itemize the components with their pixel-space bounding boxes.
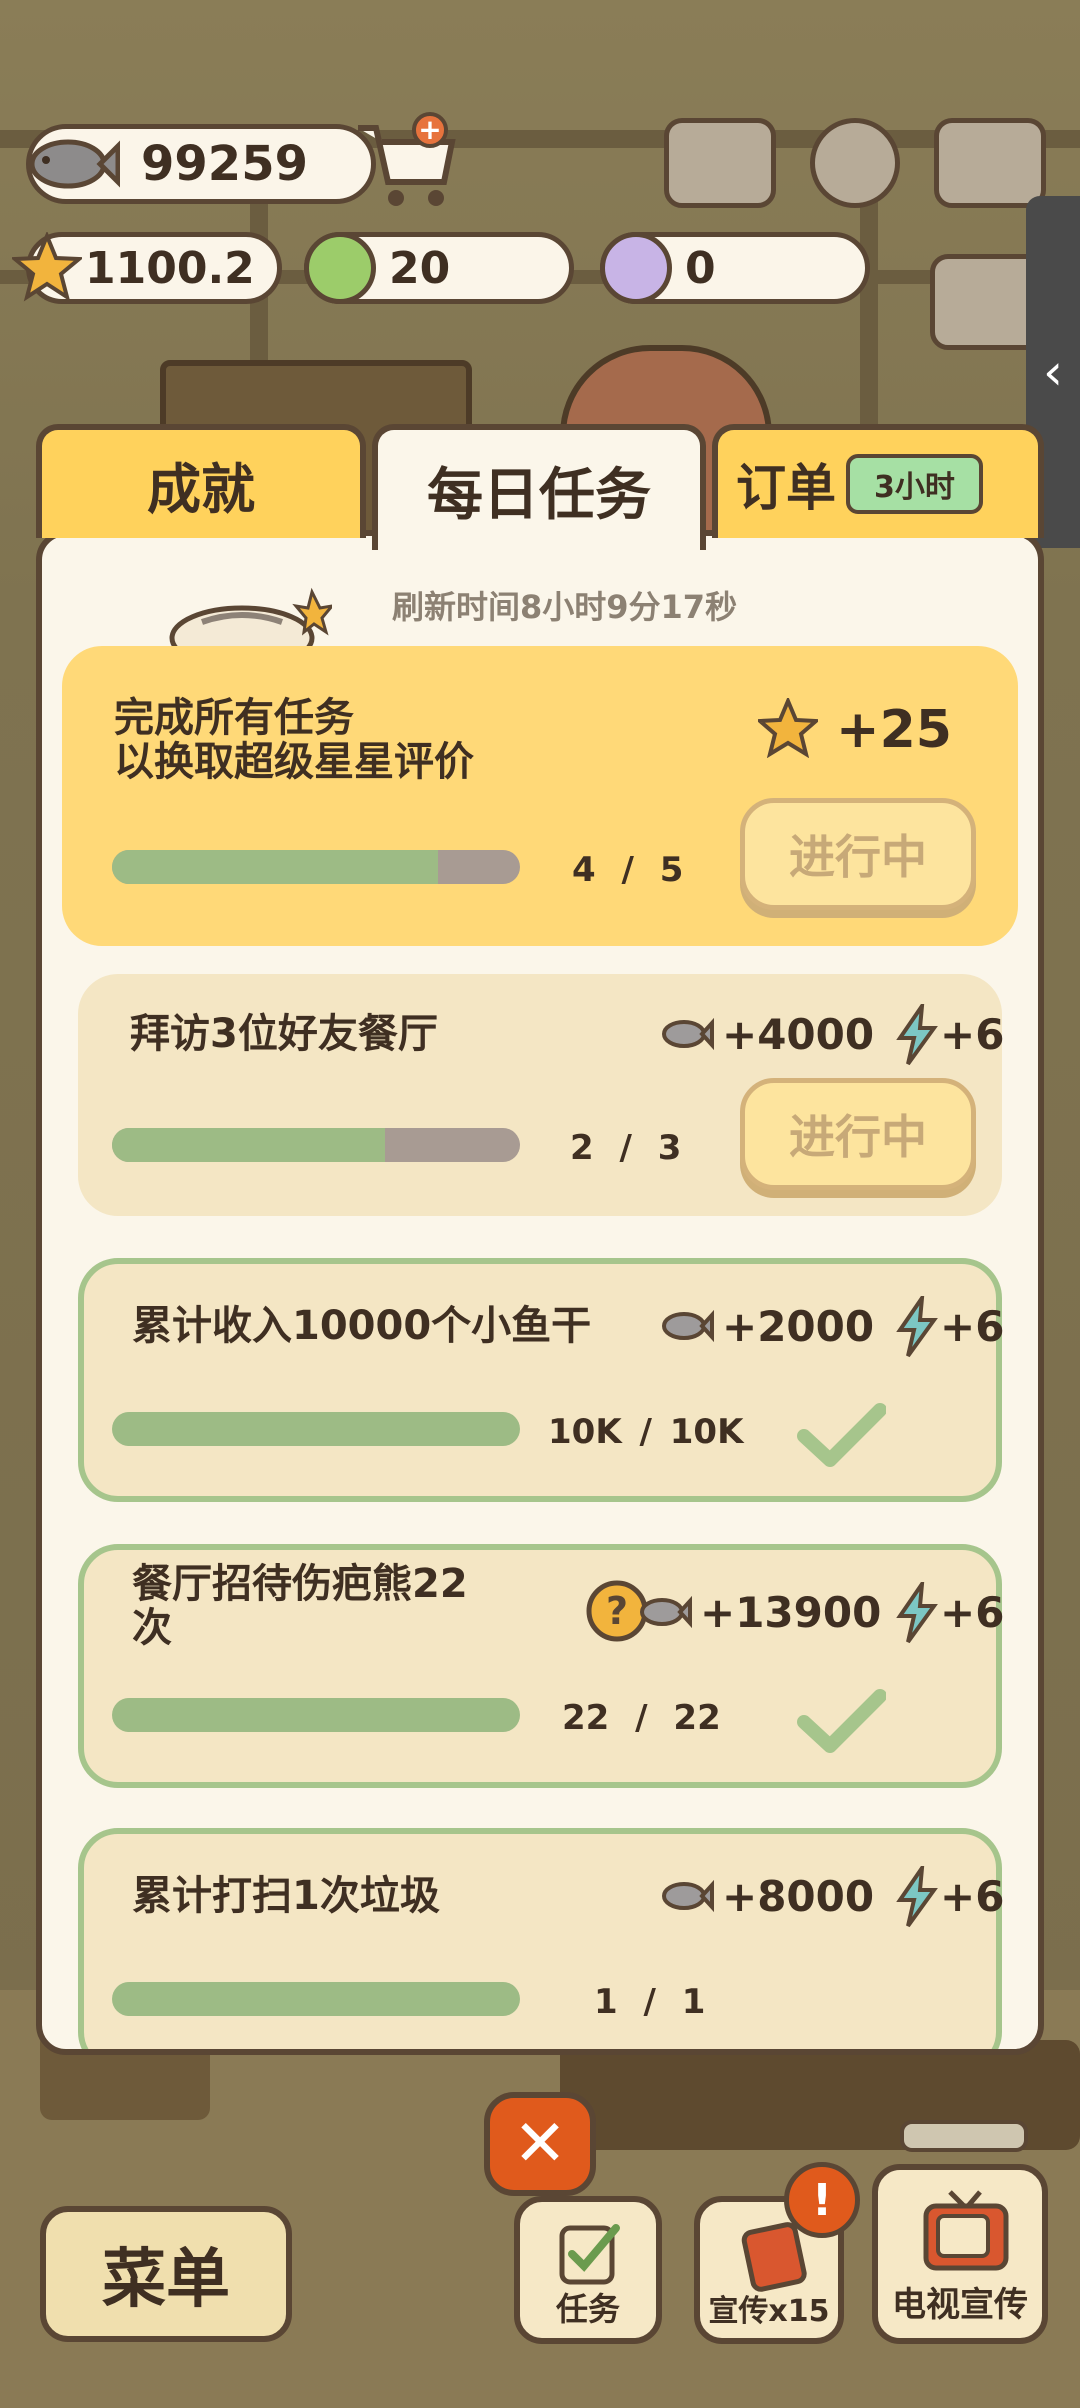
task-title-line: 以换取超级星星评价 — [114, 739, 474, 785]
tv-promo-button[interactable]: 电视宣传 — [872, 2164, 1048, 2344]
bolt-reward-value: +6 — [940, 1588, 1005, 1637]
task-title-line: 完成所有任务 — [114, 695, 354, 741]
task-card-all-tasks: 完成所有任务 以换取超级星星评价 +25 4 / 5 进行中 — [62, 646, 1018, 946]
in-progress-button[interactable]: 进行中 — [740, 1078, 976, 1190]
star-icon — [12, 232, 82, 302]
in-progress-button[interactable]: 进行中 — [740, 798, 976, 910]
alert-badge-icon: ! — [784, 2162, 860, 2238]
settings-gear-icon[interactable] — [810, 118, 900, 208]
task-list[interactable]: 刷新时间8小时9分17秒 完成所有任务 以换取超级星星评价 +25 4 / 5 … — [42, 536, 1038, 2049]
task-title-line: 餐厅招待伤疤熊22 — [132, 1561, 468, 1607]
tab-achievements[interactable]: 成就 — [36, 424, 366, 538]
star-reward-icon — [758, 698, 818, 758]
recipe-book-icon[interactable] — [664, 118, 776, 208]
menu-label: 菜单 — [102, 2243, 230, 2317]
fish-reward-value: +13900 — [700, 1588, 882, 1637]
task-title: 餐厅招待伤疤熊22 次 — [132, 1562, 468, 1650]
fish-amount: 99259 — [141, 136, 308, 192]
close-icon: ✕ — [513, 2107, 567, 2181]
svg-text:+: + — [418, 113, 441, 146]
fish-icon — [29, 139, 120, 189]
task-title: 完成所有任务 以换取超级星星评价 — [114, 696, 474, 784]
progress-fill — [112, 1982, 520, 2016]
bolt-reward-icon — [896, 1866, 938, 1928]
task-card-collect-fish: 累计收入10000个小鱼干 +2000 +6 10K / 10K — [78, 1258, 1005, 1502]
tab-label: 订单 — [736, 459, 836, 517]
tab-orders[interactable]: 订单 3小时 — [712, 424, 1044, 538]
fish-reward-icon — [662, 1017, 714, 1051]
task-title: 累计打扫1次垃圾 — [132, 1873, 440, 1919]
task-title-line: 次 — [132, 1605, 172, 1651]
mini-progress — [900, 2120, 1028, 2152]
fish-reward-icon — [640, 1595, 692, 1629]
tab-daily-tasks[interactable]: 每日任务 — [372, 424, 706, 550]
bolt-reward-icon — [896, 1582, 938, 1644]
fish-reward-icon — [662, 1309, 714, 1343]
task-card-visit-friends: 拜访3位好友餐厅 +4000 +6 2 / 3 进行中 — [78, 974, 1005, 1216]
tasks-label: 任务 — [555, 2290, 620, 2328]
paw-token-icon — [600, 232, 672, 304]
bolt-reward-value: +6 — [940, 1010, 1005, 1059]
fish-reward-value: +8000 — [722, 1872, 875, 1921]
progress-bar — [112, 1412, 520, 1446]
task-card-serve-bear: 餐厅招待伤疤熊22 次 ? +13900 +6 22 / 22 — [78, 1544, 1005, 1788]
bolt-reward-value: +6 — [940, 1302, 1005, 1351]
menu-button[interactable]: 菜单 — [40, 2206, 292, 2342]
progress-bar — [112, 1982, 520, 2016]
progress-text: 10K / 10K — [548, 1412, 744, 1452]
check-icon — [797, 1689, 886, 1753]
star-reward-value: +25 — [836, 700, 952, 760]
chevron-left-icon: ‹ — [1043, 343, 1063, 401]
check-icon — [797, 1403, 886, 1467]
progress-fill — [112, 1698, 520, 1732]
checklist-icon — [559, 2224, 620, 2285]
task-card-clean-trash: 累计打扫1次垃圾 +8000 +6 1 / 1 — [78, 1828, 1005, 2049]
progress-text: 4 / 5 — [572, 850, 684, 890]
progress-bar — [112, 1128, 520, 1162]
fish-reward-icon — [662, 1879, 714, 1913]
map-icon[interactable] — [934, 118, 1046, 208]
progress-bar — [112, 1698, 520, 1732]
svg-text:?: ? — [606, 1589, 628, 1633]
progress-fill — [112, 850, 439, 884]
tv-icon — [923, 2190, 1009, 2271]
bolt-reward-icon — [896, 1296, 938, 1358]
bolt-reward-icon — [896, 1004, 938, 1066]
tv-promo-label: 电视宣传 — [892, 2285, 1028, 2325]
progress-fill — [112, 1412, 520, 1446]
shop-cart-icon[interactable]: + — [352, 112, 462, 212]
progress-bar — [112, 850, 520, 884]
star-rating-value: 1100.2 — [85, 242, 255, 294]
progress-text: 22 / 22 — [562, 1698, 721, 1738]
task-title: 累计收入10000个小鱼干 — [132, 1303, 592, 1349]
progress-text: 2 / 3 — [570, 1128, 682, 1168]
task-title: 拜访3位好友餐厅 — [130, 1011, 438, 1057]
progress-fill — [112, 1128, 386, 1162]
green-token-value: 20 — [389, 242, 451, 294]
fish-reward-value: +2000 — [722, 1302, 875, 1351]
progress-text: 1 / 1 — [594, 1982, 706, 2022]
close-button[interactable]: ✕ — [484, 2092, 596, 2196]
tab-label: 成就 — [147, 457, 255, 521]
paw-token-value: 0 — [685, 242, 716, 294]
task-panel: 刷新时间8小时9分17秒 完成所有任务 以换取超级星星评价 +25 4 / 5 … — [36, 530, 1044, 2055]
fish-reward-value: +4000 — [722, 1010, 875, 1059]
green-token-icon — [304, 232, 376, 304]
bolt-reward-value: +6 — [940, 1872, 1005, 1921]
refresh-timer: 刷新时间8小时9分17秒 — [392, 588, 738, 626]
tab-label: 每日任务 — [427, 462, 651, 528]
tasks-button[interactable]: 任务 — [514, 2196, 662, 2344]
timer-badge: 3小时 — [846, 454, 983, 514]
